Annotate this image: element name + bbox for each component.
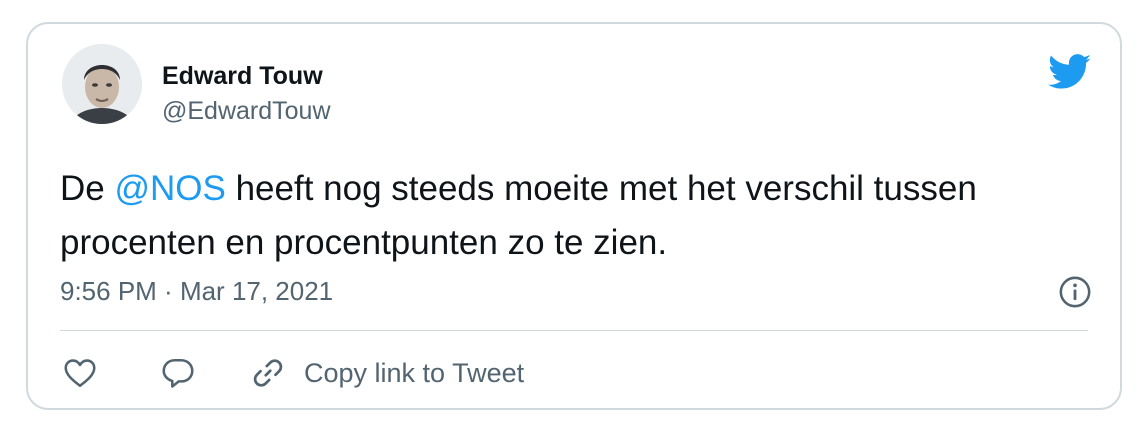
info-icon[interactable]: [1058, 275, 1092, 309]
divider: [60, 330, 1088, 331]
mention-link[interactable]: @NOS: [114, 169, 225, 208]
author-name[interactable]: Edward Touw: [162, 62, 323, 91]
avatar-photo: [62, 44, 142, 124]
speech-bubble-icon[interactable]: [160, 355, 196, 391]
author-handle[interactable]: @EdwardTouw: [162, 97, 331, 126]
copy-link-button[interactable]: Copy link to Tweet: [304, 358, 524, 389]
heart-icon[interactable]: [62, 355, 98, 391]
tweet-date: Mar 17, 2021: [179, 276, 334, 306]
avatar[interactable]: [62, 44, 142, 124]
tweet-text-prefix: De: [60, 169, 115, 208]
meta-separator: ·: [156, 276, 180, 306]
tweet-time: 9:56 PM: [60, 276, 157, 306]
link-icon[interactable]: [250, 355, 286, 391]
twitter-bird-icon[interactable]: [1048, 54, 1092, 90]
tweet-card: Edward Touw @EdwardTouw De @NOS heeft no…: [26, 22, 1122, 410]
action-bar: Copy link to Tweet: [60, 348, 524, 398]
tweet-timestamp[interactable]: 9:56 PM · Mar 17, 2021: [60, 276, 333, 307]
tweet-text: De @NOS heeft nog steeds moeite met het …: [60, 162, 1100, 270]
